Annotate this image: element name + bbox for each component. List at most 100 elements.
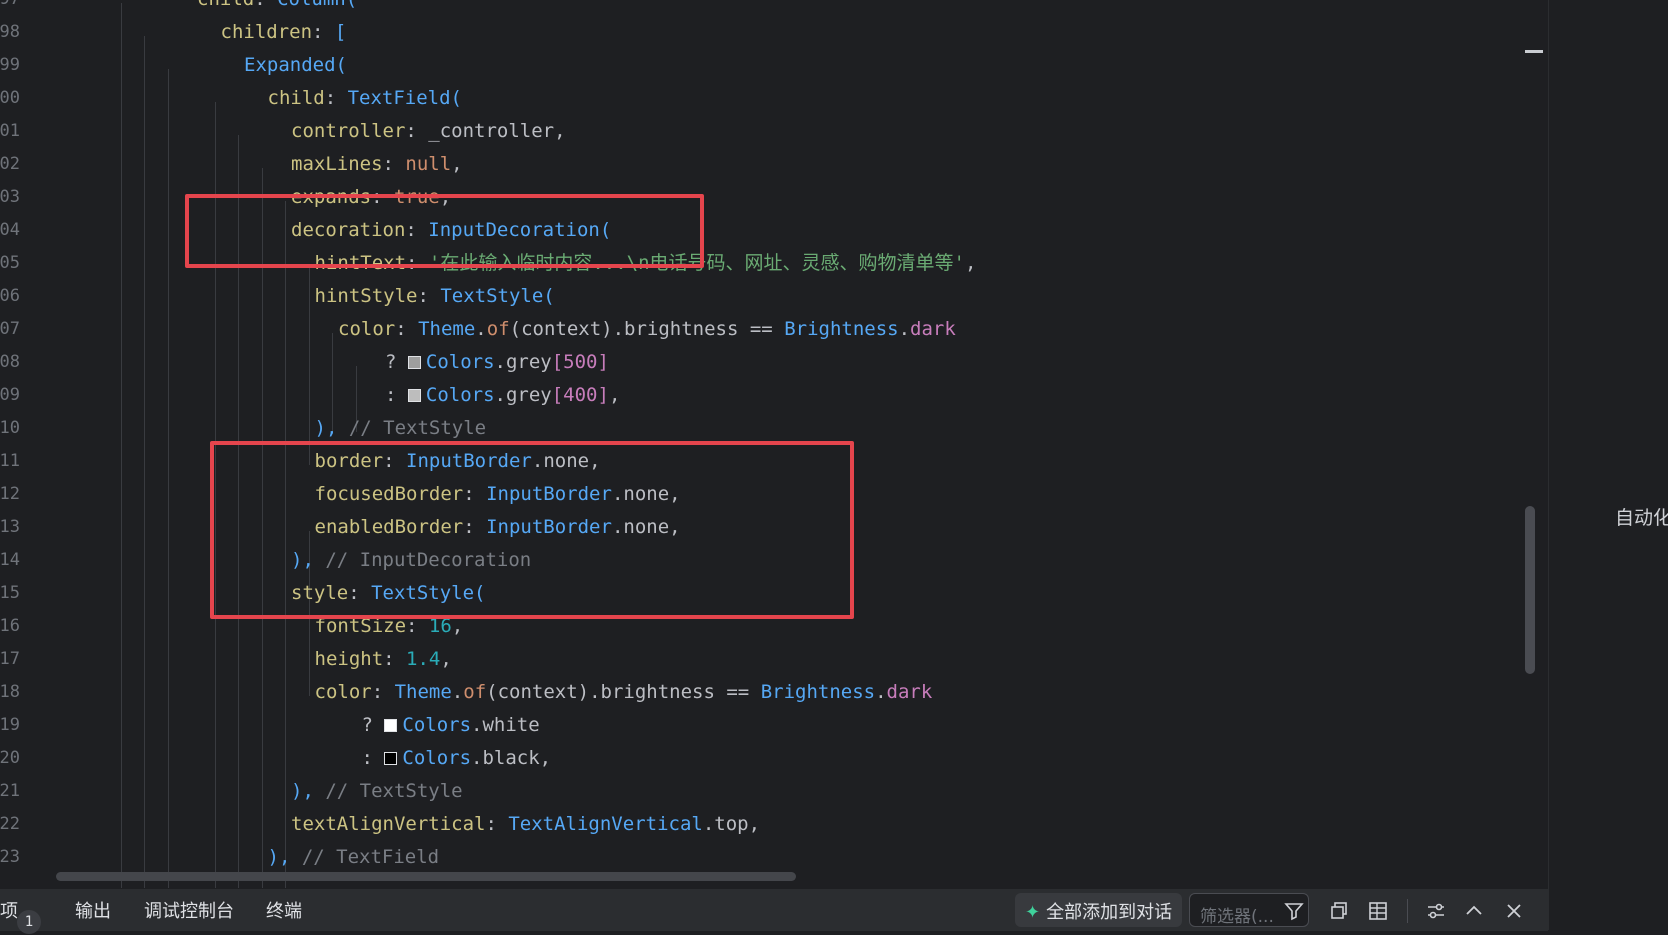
code-line: ), // TextStyle [291, 775, 463, 808]
horizontal-scrollbar[interactable] [56, 872, 796, 881]
line-number: 06 [0, 286, 20, 306]
code-token: child [197, 0, 254, 10]
code-token: Colors [402, 747, 472, 769]
code-line: children: [ [221, 16, 347, 49]
tab-debug-console[interactable]: 调试控制台 [144, 889, 234, 931]
code-line: ? Colors.grey[500] [385, 346, 609, 379]
code-token: : [383, 648, 407, 670]
code-token: . [451, 681, 464, 703]
code-token: Colors [425, 351, 495, 373]
code-line: maxLines: null, [291, 148, 463, 181]
code-token: height [314, 648, 384, 670]
color-swatch[interactable] [407, 356, 421, 369]
color-swatch[interactable] [407, 389, 421, 402]
code-token: : [417, 285, 441, 307]
tab-terminal[interactable]: 终端 [266, 889, 302, 931]
code-token: // TextStyle [325, 780, 463, 802]
code-token: : [324, 87, 348, 109]
code-line: ? Colors.white [362, 709, 540, 742]
code-token: controller [291, 120, 406, 142]
code-line: color: Theme.of(context).brightness == B… [315, 676, 933, 709]
highlight-box-expands-decoration [185, 194, 704, 268]
code-token: Brightness [760, 681, 876, 703]
line-number: 07 [0, 319, 20, 339]
line-number: 17 [0, 649, 20, 669]
code-line: color: Theme.of(context).brightness == B… [338, 313, 956, 346]
code-token: [500] [551, 351, 609, 373]
code-token: : [254, 0, 277, 10]
code-token: .grey [494, 384, 552, 406]
code-token: Colors [425, 384, 495, 406]
code-token: TextField( [347, 87, 462, 109]
code-token: color [338, 318, 396, 340]
code-token: Expanded( [244, 54, 347, 76]
add-all-to-chat-button[interactable]: ✦ 全部添加到对话 [1015, 893, 1183, 927]
color-swatch[interactable] [384, 752, 398, 765]
problems-count-badge: 1 [17, 910, 41, 934]
code-token: 1.4 [406, 648, 441, 670]
line-number: 22 [0, 814, 20, 834]
settings-icon[interactable] [1422, 893, 1450, 927]
code-token: ), [314, 417, 349, 439]
copy-icon[interactable] [1325, 893, 1353, 927]
filter-icon[interactable] [1280, 893, 1308, 927]
line-number: 18 [0, 682, 20, 702]
line-number: 02 [0, 154, 20, 174]
code-line: : Colors.grey[400], [385, 379, 620, 412]
code-token: Brightness [784, 318, 899, 340]
code-token: , [440, 648, 452, 670]
line-number: 10 [0, 418, 20, 438]
vertical-scrollbar[interactable] [1520, 0, 1530, 888]
code-token: ), [267, 846, 302, 868]
vertical-scrollbar-thumb[interactable] [1525, 506, 1535, 674]
code-token: TextStyle( [440, 285, 555, 307]
code-token: hintStyle [314, 285, 418, 307]
code-token: .black, [471, 747, 552, 769]
code-token: : [371, 681, 395, 703]
line-number: 16 [0, 616, 20, 636]
code-line: : Colors.black, [362, 742, 552, 775]
line-number: 09 [0, 385, 20, 405]
code-token: dark [886, 681, 933, 703]
code-token: .white [471, 714, 540, 736]
indent-guide [167, 69, 169, 888]
code-token: : [312, 21, 335, 43]
code-token: Colors [402, 714, 472, 736]
color-swatch[interactable] [384, 719, 398, 732]
code-token: null [405, 153, 452, 175]
tab-problems[interactable]: 项 [0, 889, 18, 931]
add-all-to-chat-label: 全部添加到对话 [1046, 902, 1173, 923]
code-token: ? [361, 714, 385, 736]
right-panel [1548, 0, 1668, 930]
indent-guide [120, 3, 122, 888]
line-number: 00 [0, 88, 20, 108]
line-number: 99 [0, 55, 20, 75]
line-number: 13 [0, 517, 20, 537]
code-token: .top, [702, 813, 761, 835]
table-icon[interactable] [1364, 893, 1392, 927]
line-number: 03 [0, 187, 20, 207]
line-number: 19 [0, 715, 20, 735]
code-token: (context).brightness == [509, 318, 785, 340]
code-token: : _controller, [405, 120, 566, 142]
line-number: 98 [0, 22, 20, 42]
code-token: dark [910, 318, 956, 340]
code-line: height: 1.4, [315, 643, 452, 676]
code-token: TextAlignVertical [508, 813, 703, 835]
code-line: textAlignVertical: TextAlignVertical.top… [291, 808, 760, 841]
line-number: 20 [0, 748, 20, 768]
line-number: 21 [0, 781, 20, 801]
code-token: [400] [551, 384, 609, 406]
scroll-marker [1525, 50, 1543, 53]
tab-output[interactable]: 输出 [75, 889, 111, 931]
close-icon[interactable] [1500, 893, 1528, 927]
highlight-box-borders [210, 441, 854, 619]
line-number: 04 [0, 220, 20, 240]
code-line: hintStyle: TextStyle( [315, 280, 555, 313]
code-token: (context).brightness == [486, 681, 761, 703]
indent-guide [144, 36, 145, 888]
code-line: ), // TextField [268, 841, 440, 874]
chevron-up-icon[interactable] [1460, 893, 1488, 927]
code-token: [ [334, 21, 347, 43]
code-token: ), [291, 780, 326, 802]
